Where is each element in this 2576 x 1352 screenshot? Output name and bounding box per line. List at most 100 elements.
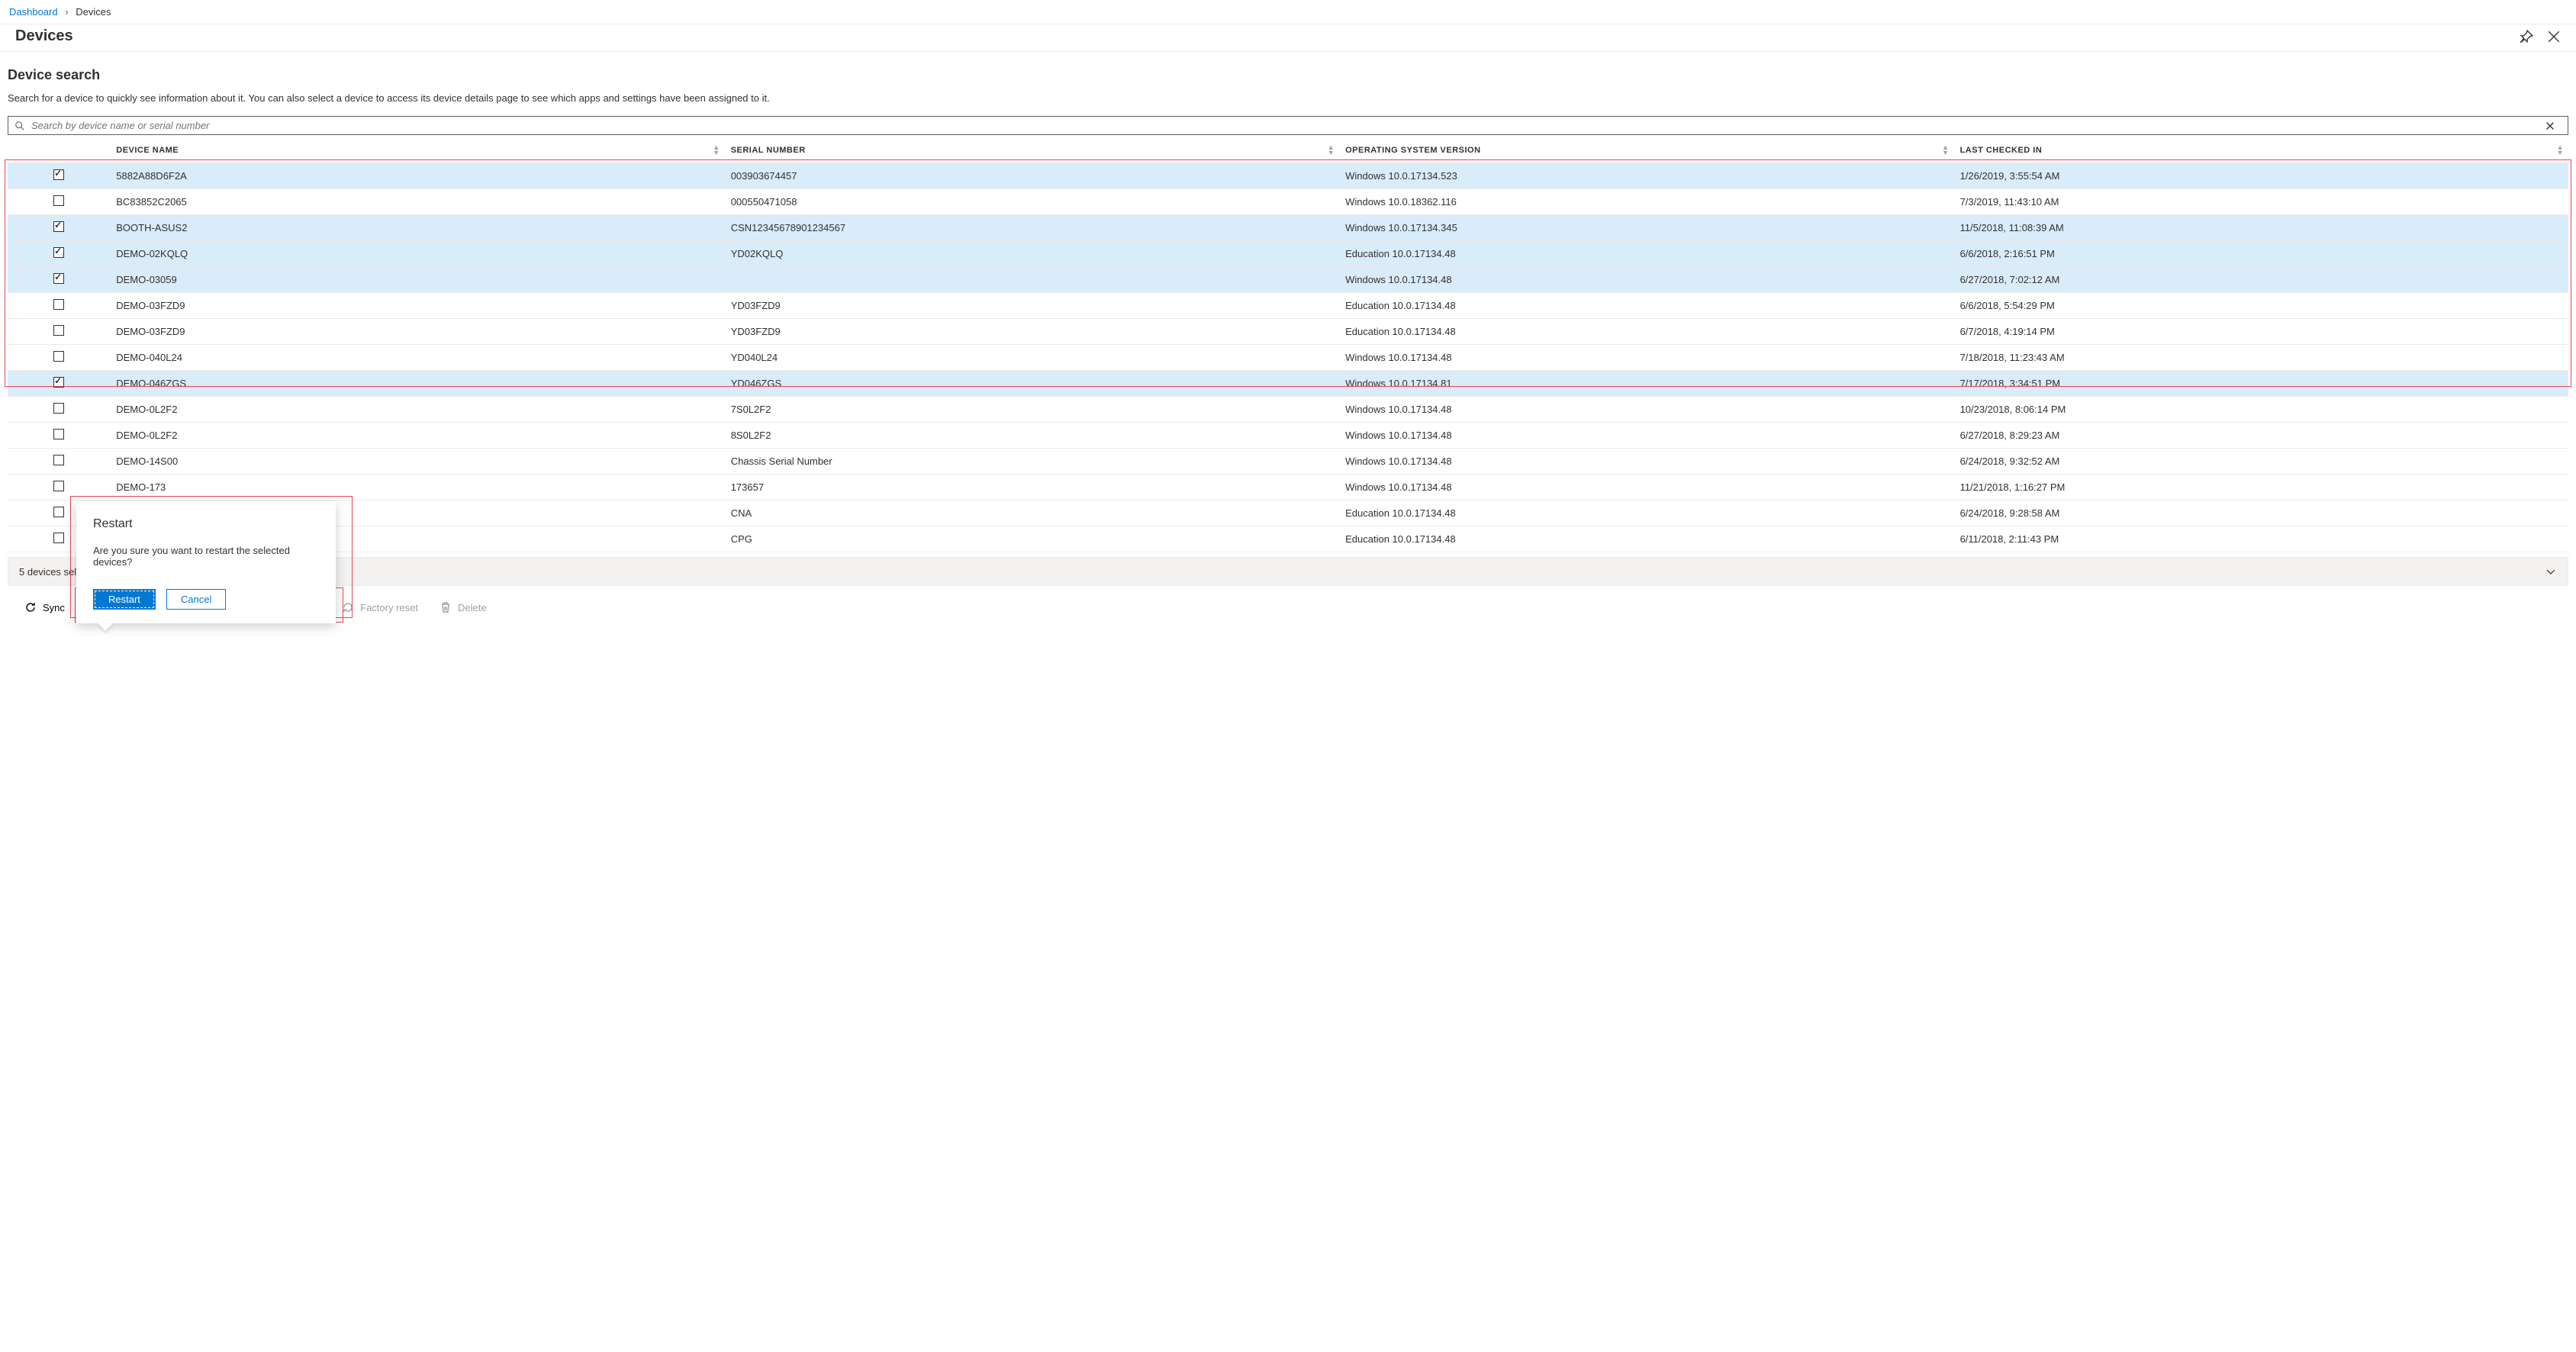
row-checkbox[interactable] bbox=[53, 429, 64, 439]
breadcrumb-dashboard-link[interactable]: Dashboard bbox=[9, 6, 58, 18]
row-checkbox[interactable] bbox=[53, 273, 64, 284]
cell-device-name: DEMO-046ZGS bbox=[110, 371, 724, 397]
clear-icon[interactable] bbox=[2545, 121, 2555, 131]
row-checkbox[interactable] bbox=[53, 481, 64, 491]
cell-os-version: Windows 10.0.17134.48 bbox=[1339, 475, 1953, 501]
row-checkbox[interactable] bbox=[53, 221, 64, 232]
table-row[interactable]: DEMO-03FZD9YD03FZD9Education 10.0.17134.… bbox=[8, 319, 2568, 345]
row-checkbox[interactable] bbox=[53, 351, 64, 362]
cell-os-version: Education 10.0.17134.48 bbox=[1339, 526, 1953, 552]
trash-icon bbox=[440, 601, 452, 613]
selection-status-bar[interactable]: 5 devices selected bbox=[8, 557, 2568, 586]
cell-last-checked: 6/27/2018, 8:29:23 AM bbox=[1954, 423, 2568, 449]
cell-last-checked: 10/23/2018, 8:06:14 PM bbox=[1954, 397, 2568, 423]
cell-os-version: Education 10.0.17134.48 bbox=[1339, 501, 1953, 526]
close-icon[interactable] bbox=[2547, 30, 2561, 43]
table-row[interactable]: DEMO-14S00Chassis Serial NumberWindows 1… bbox=[8, 449, 2568, 475]
cell-os-version: Windows 10.0.17134.48 bbox=[1339, 397, 1953, 423]
table-row[interactable]: DEMO-02KQLQYD02KQLQEducation 10.0.17134.… bbox=[8, 241, 2568, 267]
row-checkbox[interactable] bbox=[53, 533, 64, 543]
table-row[interactable]: DEMO-1QCNAEducation 10.0.17134.486/24/20… bbox=[8, 501, 2568, 526]
cell-serial-number: 8S0L2F2 bbox=[725, 423, 1339, 449]
cell-device-name: DEMO-03FZD9 bbox=[110, 319, 724, 345]
cell-serial-number: YD02KQLQ bbox=[725, 241, 1339, 267]
action-bar: Sync Restart Rename Autopilot Reset Fact… bbox=[8, 586, 2568, 627]
cell-serial-number: 7S0L2F2 bbox=[725, 397, 1339, 423]
cell-serial-number: YD040L24 bbox=[725, 345, 1339, 371]
cell-device-name: BC83852C2065 bbox=[110, 189, 724, 215]
table-row[interactable]: 5882A88D6F2A003903674457Windows 10.0.171… bbox=[8, 163, 2568, 189]
table-row[interactable]: DEMO-03059Windows 10.0.17134.486/27/2018… bbox=[8, 267, 2568, 293]
chevron-down-icon[interactable] bbox=[2545, 565, 2557, 578]
cell-os-version: Windows 10.0.17134.523 bbox=[1339, 163, 1953, 189]
row-checkbox[interactable] bbox=[53, 403, 64, 414]
row-checkbox[interactable] bbox=[53, 507, 64, 517]
row-checkbox[interactable] bbox=[53, 247, 64, 258]
table-row[interactable]: BOOTH-ASUS2CSN12345678901234567Windows 1… bbox=[8, 215, 2568, 241]
cell-last-checked: 7/18/2018, 11:23:43 AM bbox=[1954, 345, 2568, 371]
row-checkbox[interactable] bbox=[53, 169, 64, 180]
restart-confirm-dialog: Restart Are you sure you want to restart… bbox=[76, 502, 336, 623]
table-row[interactable]: DEMO-040L24YD040L24Windows 10.0.17134.48… bbox=[8, 345, 2568, 371]
dialog-confirm-button[interactable]: Restart bbox=[93, 589, 156, 610]
cell-last-checked: 11/21/2018, 1:16:27 PM bbox=[1954, 475, 2568, 501]
col-serial-number[interactable]: SERIAL NUMBER▲▼ bbox=[725, 138, 1339, 163]
sync-button[interactable]: Sync bbox=[14, 595, 76, 620]
row-checkbox[interactable] bbox=[53, 455, 64, 465]
table-row[interactable]: DEMO-03FZD9YD03FZD9Education 10.0.17134.… bbox=[8, 293, 2568, 319]
cell-last-checked: 1/26/2019, 3:55:54 AM bbox=[1954, 163, 2568, 189]
table-row[interactable]: BC83852C2065000550471058Windows 10.0.183… bbox=[8, 189, 2568, 215]
cell-last-checked: 6/7/2018, 4:19:14 PM bbox=[1954, 319, 2568, 345]
col-device-name[interactable]: DEVICE NAME▲▼ bbox=[110, 138, 724, 163]
row-checkbox[interactable] bbox=[53, 377, 64, 388]
pin-icon[interactable] bbox=[2520, 30, 2533, 43]
cell-os-version: Education 10.0.17134.48 bbox=[1339, 293, 1953, 319]
cell-device-name: DEMO-03059 bbox=[110, 267, 724, 293]
col-last-checked[interactable]: LAST CHECKED IN▲▼ bbox=[1954, 138, 2568, 163]
device-table: DEVICE NAME▲▼ SERIAL NUMBER▲▼ OPERATING … bbox=[8, 138, 2568, 552]
cell-serial-number: 173657 bbox=[725, 475, 1339, 501]
col-os-version[interactable]: OPERATING SYSTEM VERSION▲▼ bbox=[1339, 138, 1953, 163]
cell-serial-number: 003903674457 bbox=[725, 163, 1339, 189]
search-box[interactable] bbox=[8, 116, 2568, 135]
factory-reset-button[interactable]: Factory reset bbox=[331, 595, 429, 620]
cell-last-checked: 6/27/2018, 7:02:12 AM bbox=[1954, 267, 2568, 293]
cell-last-checked: 6/6/2018, 2:16:51 PM bbox=[1954, 241, 2568, 267]
cell-serial-number: Chassis Serial Number bbox=[725, 449, 1339, 475]
search-input[interactable] bbox=[31, 120, 2545, 131]
cell-os-version: Windows 10.0.17134.81 bbox=[1339, 371, 1953, 397]
row-checkbox[interactable] bbox=[53, 299, 64, 310]
dialog-cancel-button[interactable]: Cancel bbox=[166, 589, 226, 610]
cell-device-name: 5882A88D6F2A bbox=[110, 163, 724, 189]
table-row[interactable]: DEMO-0L2F27S0L2F2Windows 10.0.17134.4810… bbox=[8, 397, 2568, 423]
row-checkbox[interactable] bbox=[53, 195, 64, 206]
cell-last-checked: 6/24/2018, 9:28:58 AM bbox=[1954, 501, 2568, 526]
cell-device-name: BOOTH-ASUS2 bbox=[110, 215, 724, 241]
cell-os-version: Windows 10.0.18362.116 bbox=[1339, 189, 1953, 215]
cell-os-version: Windows 10.0.17134.48 bbox=[1339, 449, 1953, 475]
cell-os-version: Education 10.0.17134.48 bbox=[1339, 319, 1953, 345]
cell-device-name: DEMO-173 bbox=[110, 475, 724, 501]
cell-serial-number bbox=[725, 267, 1339, 293]
page-title: Devices bbox=[15, 27, 2506, 45]
row-checkbox[interactable] bbox=[53, 325, 64, 336]
cell-device-name: DEMO-0L2F2 bbox=[110, 423, 724, 449]
table-row[interactable]: DEMO-173173657Windows 10.0.17134.4811/21… bbox=[8, 475, 2568, 501]
cell-last-checked: 11/5/2018, 11:08:39 AM bbox=[1954, 215, 2568, 241]
blade-header: Devices bbox=[0, 24, 2576, 52]
cell-serial-number: CSN12345678901234567 bbox=[725, 215, 1339, 241]
table-row[interactable]: DEMO-0L2F28S0L2F2Windows 10.0.17134.486/… bbox=[8, 423, 2568, 449]
cell-serial-number: 000550471058 bbox=[725, 189, 1339, 215]
cell-last-checked: 6/6/2018, 5:54:29 PM bbox=[1954, 293, 2568, 319]
undo-icon bbox=[342, 601, 354, 613]
table-row[interactable]: DEMO-046ZGSYD046ZGSWindows 10.0.17134.81… bbox=[8, 371, 2568, 397]
delete-button[interactable]: Delete bbox=[429, 595, 497, 620]
sync-icon bbox=[24, 601, 37, 613]
cell-serial-number: YD03FZD9 bbox=[725, 293, 1339, 319]
cell-device-name: DEMO-040L24 bbox=[110, 345, 724, 371]
cell-os-version: Windows 10.0.17134.345 bbox=[1339, 215, 1953, 241]
cell-serial-number: YD03FZD9 bbox=[725, 319, 1339, 345]
dialog-message: Are you sure you want to restart the sel… bbox=[93, 545, 319, 568]
cell-device-name: DEMO-03FZD9 bbox=[110, 293, 724, 319]
table-row[interactable]: DEMO-1QCPGEducation 10.0.17134.486/11/20… bbox=[8, 526, 2568, 552]
